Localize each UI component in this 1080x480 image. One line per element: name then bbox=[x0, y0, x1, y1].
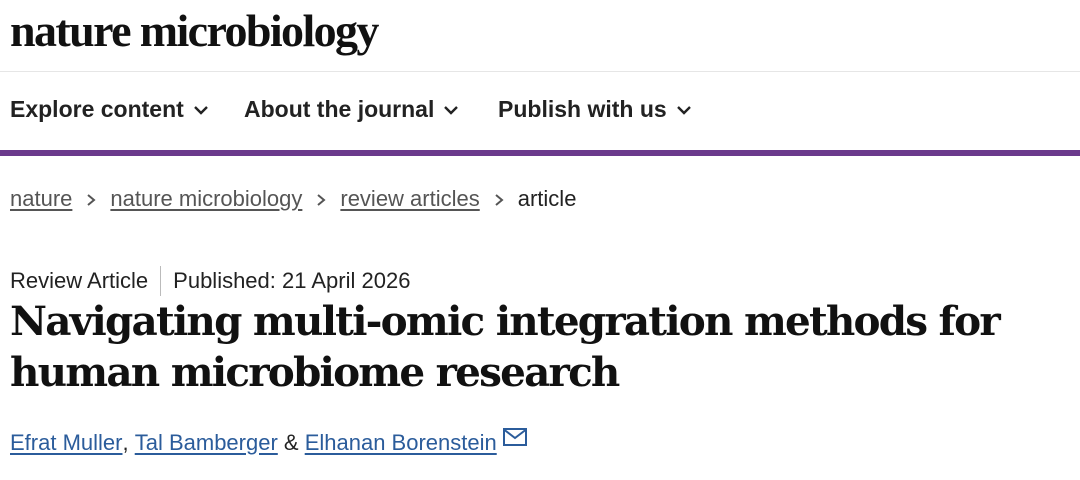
published-date: Published: 21 April 2026 bbox=[173, 268, 411, 293]
breadcrumb-nature[interactable]: nature bbox=[10, 186, 72, 212]
chevron-down-icon bbox=[676, 105, 691, 115]
nav-accent-rule bbox=[0, 150, 1080, 156]
chevron-down-icon bbox=[193, 105, 208, 115]
breadcrumb-nature-microbiology[interactable]: nature microbiology bbox=[110, 186, 302, 212]
meta-divider bbox=[160, 266, 162, 296]
nav-item-label: About the journal bbox=[244, 96, 435, 122]
journal-logo[interactable]: nature microbiology bbox=[10, 5, 379, 57]
chevron-right-icon bbox=[72, 186, 110, 212]
nav-item-label: Publish with us bbox=[498, 96, 667, 122]
main-nav: Explore content About the journal Publis… bbox=[0, 72, 1080, 150]
author-link[interactable]: Elhanan Borenstein bbox=[305, 430, 497, 456]
article-title: Navigating multi-omic integration method… bbox=[10, 297, 1001, 396]
author-link[interactable]: Efrat Muller bbox=[10, 430, 122, 456]
header: nature microbiology bbox=[0, 0, 1080, 72]
author-link[interactable]: Tal Bamberger bbox=[135, 430, 278, 456]
nav-item-label: Explore content bbox=[10, 96, 184, 122]
nav-about-journal[interactable]: About the journal bbox=[244, 96, 459, 123]
breadcrumb-current: article bbox=[517, 186, 577, 211]
chevron-right-icon bbox=[302, 186, 340, 212]
author-list: Efrat Muller , Tal Bamberger & Elhanan B… bbox=[10, 428, 527, 456]
breadcrumb-review-articles[interactable]: review articles bbox=[340, 186, 479, 212]
author-separator: & bbox=[277, 430, 305, 455]
nav-publish-with-us[interactable]: Publish with us bbox=[498, 96, 692, 123]
breadcrumb: nature nature microbiology review articl… bbox=[10, 186, 576, 212]
article-type: Review Article bbox=[10, 268, 149, 293]
chevron-right-icon bbox=[480, 186, 518, 212]
nav-explore-content[interactable]: Explore content bbox=[10, 96, 209, 123]
chevron-down-icon bbox=[444, 105, 459, 115]
article-meta: Review Article Published: 21 April 2026 bbox=[10, 266, 410, 296]
author-separator: , bbox=[122, 430, 135, 455]
mail-icon[interactable] bbox=[502, 428, 527, 446]
